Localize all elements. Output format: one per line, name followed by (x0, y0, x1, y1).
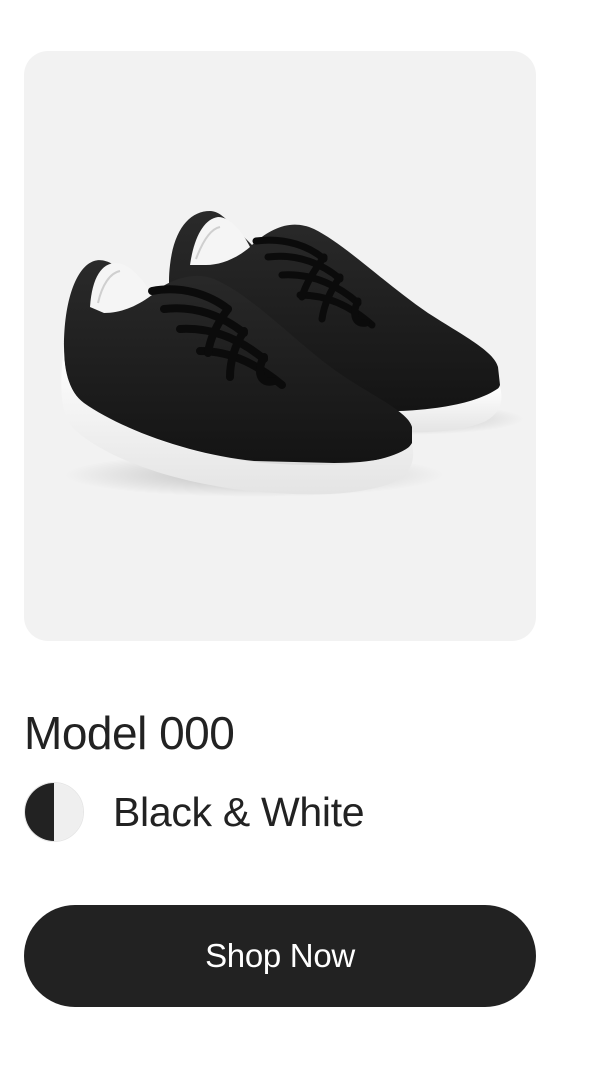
color-swatch-row: Black & White (24, 781, 365, 843)
product-image[interactable] (24, 51, 536, 641)
swatch-black-half (25, 783, 54, 841)
color-name-label: Black & White (113, 789, 365, 835)
product-title: Model 000 (24, 707, 235, 759)
color-swatch-black-white[interactable] (24, 782, 84, 842)
sneaker-pair-image (61, 211, 524, 497)
shop-now-button[interactable]: Shop Now (24, 905, 536, 1007)
swatch-white-half (54, 783, 83, 841)
product-card: Model 000 Black & White Shop Now (0, 0, 600, 1078)
